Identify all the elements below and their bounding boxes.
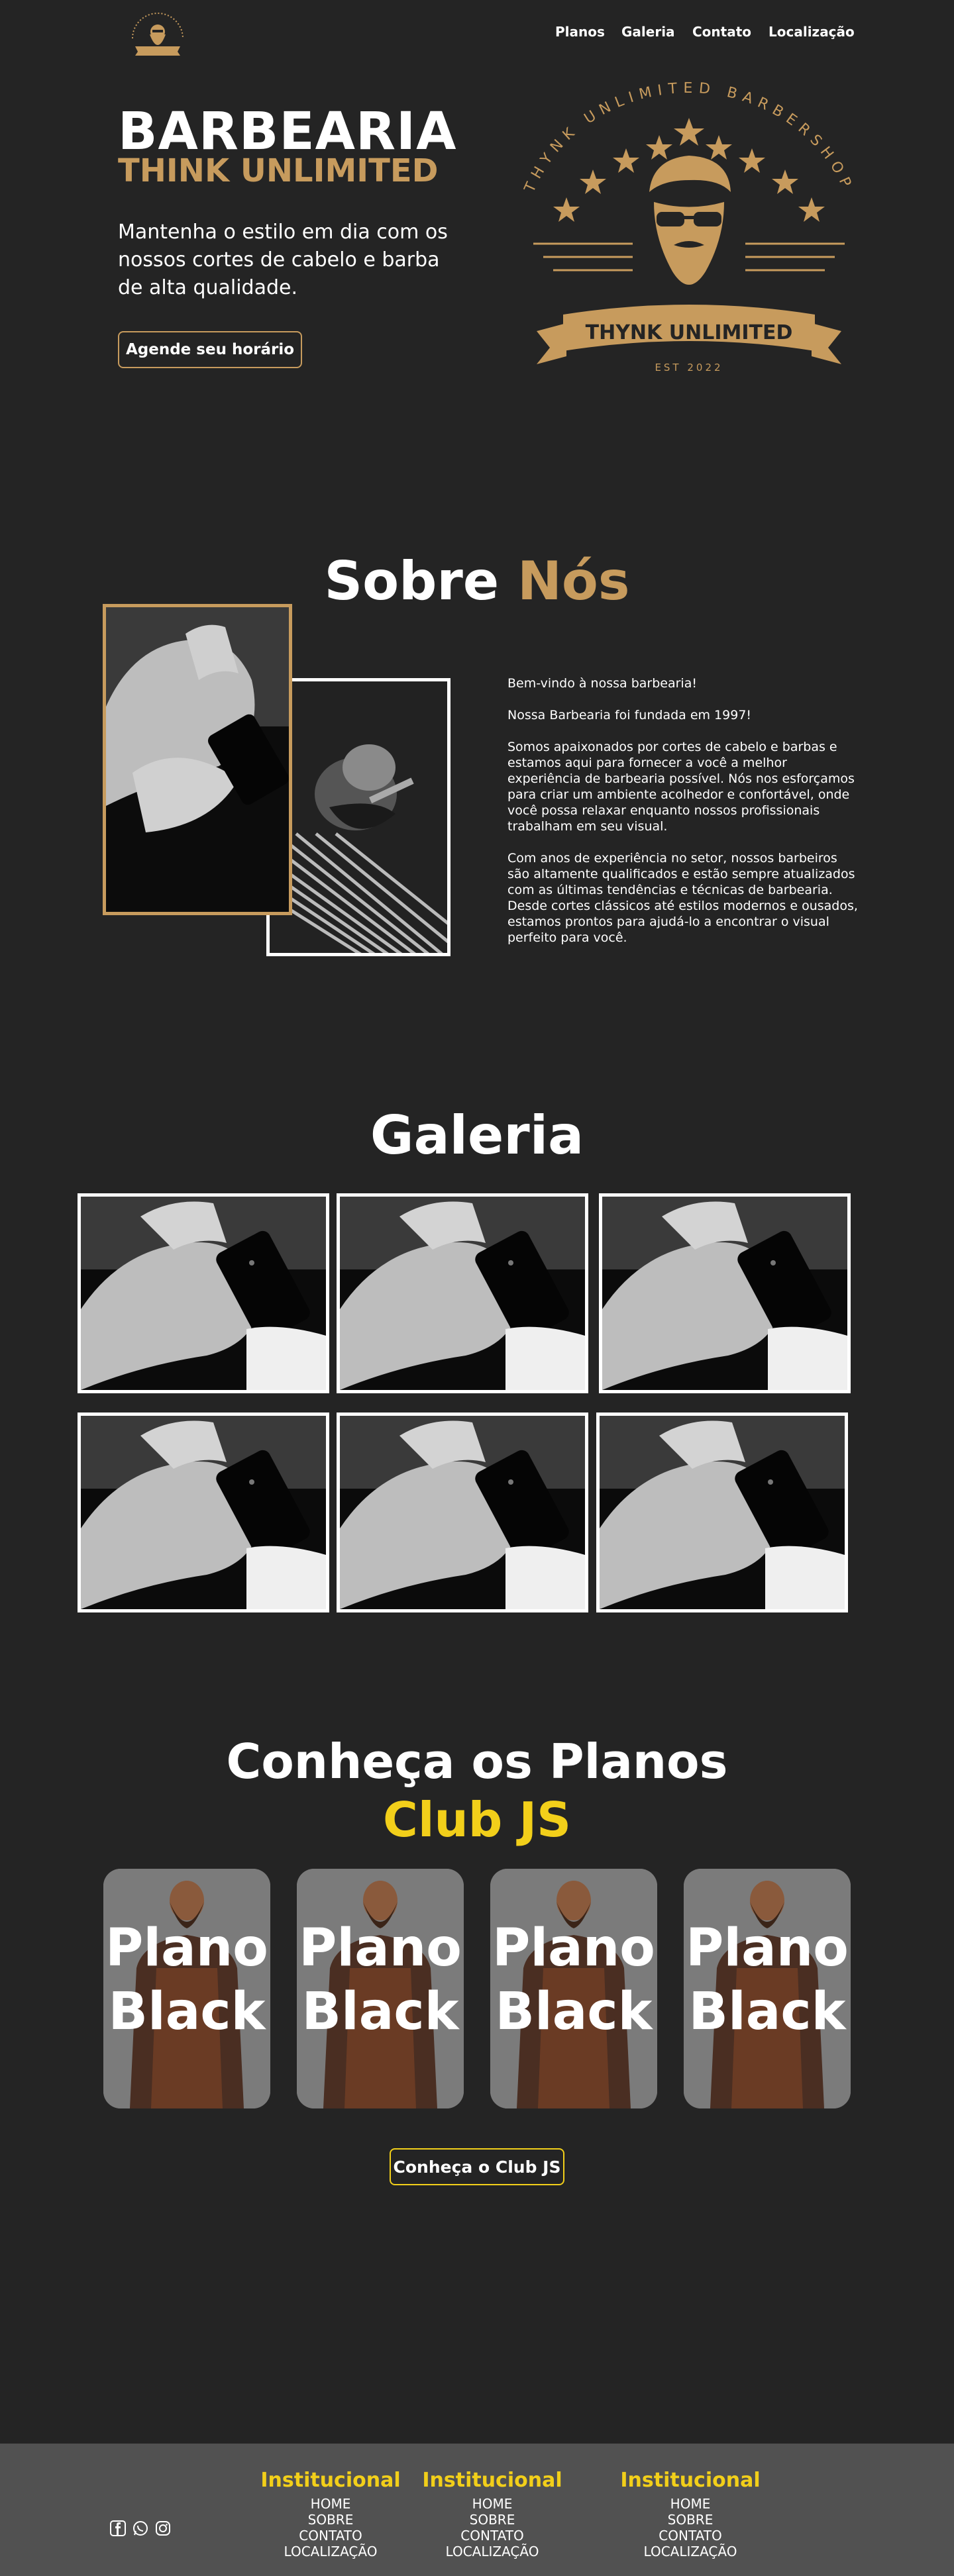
- barbershop-logo: THYNK UNLIMITED BARBERSHOP THYNK UNLIMIT…: [500, 79, 878, 384]
- facebook-icon[interactable]: [110, 2520, 126, 2536]
- gallery-image[interactable]: [78, 1193, 329, 1393]
- plan-card-label: Plano Black: [686, 1918, 849, 2042]
- footer-link[interactable]: SOBRE: [617, 2512, 763, 2528]
- about-title-a: Sobre: [324, 550, 500, 612]
- about-paragraph: Com anos de experiência no setor, nossos…: [507, 851, 858, 945]
- plan-card[interactable]: Plano Black: [103, 1869, 270, 2108]
- footer-link[interactable]: HOME: [419, 2496, 565, 2512]
- plans-subtitle: Club JS: [382, 1792, 572, 1848]
- gallery-image[interactable]: [337, 1412, 588, 1612]
- logo-banner-text: THYNK UNLIMITED: [586, 321, 793, 344]
- about-photo-clipper: [103, 604, 292, 915]
- logo[interactable]: [126, 9, 189, 62]
- plan-card-label: Plano Black: [299, 1918, 462, 2042]
- about-title-b: Nós: [517, 550, 630, 612]
- gallery-image[interactable]: [596, 1412, 848, 1612]
- about-title: Sobre Nós: [0, 555, 954, 608]
- footer-link[interactable]: LOCALIZAÇÃO: [617, 2544, 763, 2559]
- nav-item-contato[interactable]: Contato: [692, 24, 751, 40]
- plan-card-label: Plano Black: [105, 1918, 268, 2042]
- instagram-icon[interactable]: [155, 2520, 171, 2536]
- hero-text: Mantenha o estilo em dia com os nossos c…: [118, 221, 448, 299]
- about-photo-barber-beard: [266, 678, 450, 956]
- footer-link[interactable]: SOBRE: [258, 2512, 403, 2528]
- gallery-image[interactable]: [78, 1412, 329, 1612]
- footer-link[interactable]: LOCALIZAÇÃO: [258, 2544, 403, 2559]
- about-paragraph: Bem-vindo à nossa barbearia!: [507, 676, 697, 691]
- footer-link[interactable]: CONTATO: [617, 2528, 763, 2544]
- nav-item-planos[interactable]: Planos: [555, 24, 605, 40]
- plan-card-label: Plano Black: [492, 1918, 655, 2042]
- footer-link[interactable]: HOME: [617, 2496, 763, 2512]
- footer: Institucional HOME SOBRE CONTATO LOCALIZAÇÃO…: [0, 2444, 954, 2576]
- footer-link[interactable]: CONTATO: [419, 2528, 565, 2544]
- about-text: Bem-vindo à nossa barbearia! Nossa Barbe…: [507, 675, 859, 962]
- about-paragraph: Somos apaixonados por cortes de cabelo e…: [507, 740, 855, 834]
- plan-card[interactable]: Plano Black: [684, 1869, 851, 2108]
- club-button[interactable]: Conheça o Club JS: [390, 2148, 564, 2185]
- plan-card[interactable]: Plano Black: [490, 1869, 657, 2108]
- nav-item-localizacao[interactable]: Localização: [768, 24, 855, 40]
- footer-column-title: Institucional: [260, 2469, 401, 2492]
- plans-title: Conheça os Planos: [226, 1734, 728, 1789]
- whatsapp-icon[interactable]: [132, 2520, 148, 2536]
- plan-card[interactable]: Plano Black: [297, 1869, 464, 2108]
- gallery-image[interactable]: [599, 1193, 851, 1393]
- gallery-image[interactable]: [337, 1193, 588, 1393]
- hero-subtitle: THINK UNLIMITED: [118, 152, 439, 189]
- footer-column-title: Institucional: [422, 2469, 562, 2492]
- footer-link[interactable]: LOCALIZAÇÃO: [419, 2544, 565, 2559]
- bearded-man-icon: [649, 156, 731, 285]
- nav-item-galeria[interactable]: Galeria: [621, 24, 675, 40]
- footer-link[interactable]: HOME: [258, 2496, 403, 2512]
- footer-column: Institucional HOME SOBRE CONTATO LOCALIZAÇÃO: [258, 2469, 403, 2559]
- footer-column-title: Institucional: [620, 2469, 761, 2492]
- about-paragraph: Nossa Barbearia foi fundada em 1997!: [507, 708, 752, 722]
- schedule-button[interactable]: Agende seu horário: [118, 331, 302, 368]
- footer-column: Institucional HOME SOBRE CONTATO LOCALIZAÇÃO: [617, 2469, 763, 2559]
- footer-column: Institucional HOME SOBRE CONTATO LOCALIZAÇÃO: [419, 2469, 565, 2559]
- hero-title: BARBEARIA: [118, 102, 457, 162]
- logo-est-text: EST 2022: [655, 362, 723, 373]
- footer-link[interactable]: CONTATO: [258, 2528, 403, 2544]
- gallery-title: Galeria: [370, 1105, 584, 1166]
- footer-link[interactable]: SOBRE: [419, 2512, 565, 2528]
